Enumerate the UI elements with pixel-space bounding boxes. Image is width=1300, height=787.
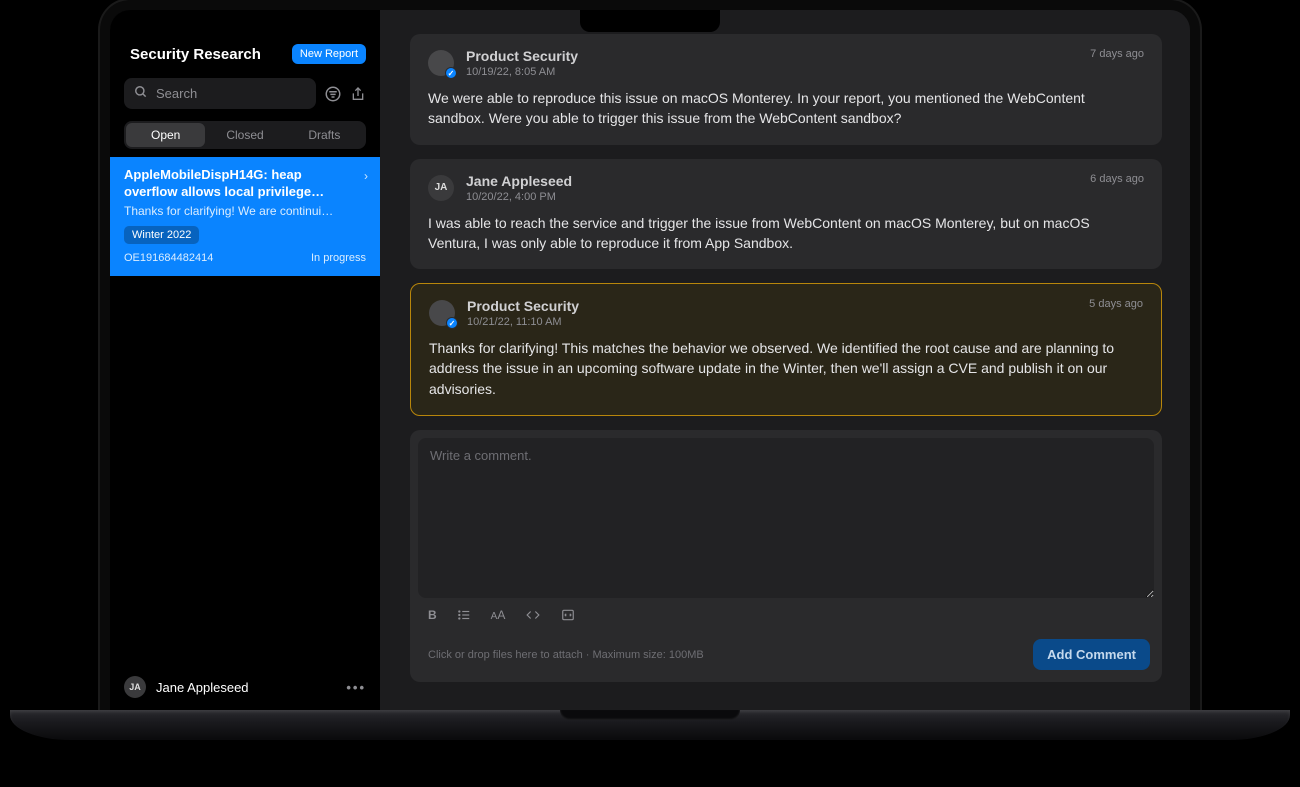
- sidebar: Security Research New Report: [110, 10, 380, 710]
- app-title-text: Security Research: [130, 46, 261, 63]
- avatar: JA: [428, 175, 454, 201]
- comment-highlighted: ✓ Product Security 10/21/22, 11:10 AM 5 …: [410, 283, 1162, 416]
- compose-toolbar: B AA: [410, 606, 1162, 631]
- comment-ago: 5 days ago: [1089, 298, 1143, 310]
- report-list: › AppleMobileDispH14G: heap overflow all…: [110, 157, 380, 664]
- comment-ago: 7 days ago: [1090, 48, 1144, 60]
- search-icon: [134, 85, 148, 102]
- code-icon[interactable]: [525, 608, 541, 625]
- more-icon[interactable]: •••: [346, 680, 366, 695]
- avatar: ✓: [429, 300, 455, 326]
- comment-timestamp: 10/20/22, 4:00 PM: [466, 191, 1078, 203]
- verified-badge-icon: ✓: [446, 317, 458, 329]
- search-input[interactable]: [156, 86, 306, 101]
- comment-header: JA Jane Appleseed 10/20/22, 4:00 PM 6 da…: [428, 173, 1144, 203]
- comment-author: Jane Appleseed: [466, 173, 1078, 189]
- user-chip[interactable]: JA Jane Appleseed: [124, 676, 249, 698]
- share-icon[interactable]: [350, 86, 366, 102]
- compose-footer: Click or drop files here to attach · Max…: [410, 631, 1162, 682]
- comment-header: ✓ Product Security 10/19/22, 8:05 AM 7 d…: [428, 48, 1144, 78]
- attach-hint[interactable]: Click or drop files here to attach · Max…: [428, 649, 704, 661]
- comment-author: Product Security: [467, 298, 1077, 314]
- report-id: OE191684482414: [124, 252, 213, 264]
- notch: [580, 10, 720, 32]
- avatar-initials: JA: [435, 182, 448, 193]
- code-block-icon[interactable]: [561, 608, 575, 625]
- comment-body: Thanks for clarifying! This matches the …: [429, 338, 1143, 399]
- search-box[interactable]: [124, 78, 316, 109]
- app-window: Security Research New Report: [110, 10, 1190, 710]
- comment-body: I was able to reach the service and trig…: [428, 213, 1144, 254]
- compose-box: B AA Click or drop files here t: [410, 430, 1162, 682]
- comment-textarea[interactable]: [418, 438, 1154, 598]
- new-report-button[interactable]: New Report: [292, 44, 366, 64]
- sidebar-header: Security Research New Report: [110, 38, 380, 74]
- comment-body: We were able to reproduce this issue on …: [428, 88, 1144, 129]
- avatar: JA: [124, 676, 146, 698]
- report-status: In progress: [311, 252, 366, 264]
- app-title: Security Research: [124, 46, 261, 63]
- comment-ago: 6 days ago: [1090, 173, 1144, 185]
- bold-icon[interactable]: B: [428, 608, 437, 625]
- verified-badge-icon: ✓: [445, 67, 457, 79]
- avatar: ✓: [428, 50, 454, 76]
- filter-icon[interactable]: [324, 85, 342, 103]
- tab-closed[interactable]: Closed: [205, 123, 284, 147]
- report-badge: Winter 2022: [124, 226, 199, 244]
- report-item[interactable]: › AppleMobileDispH14G: heap overflow all…: [110, 157, 380, 276]
- laptop-screen: Security Research New Report: [100, 0, 1200, 710]
- comment-author: Product Security: [466, 48, 1078, 64]
- comment-meta: Product Security 10/19/22, 8:05 AM: [466, 48, 1078, 78]
- comment: ✓ Product Security 10/19/22, 8:05 AM 7 d…: [410, 34, 1162, 145]
- tab-drafts[interactable]: Drafts: [285, 123, 364, 147]
- chevron-right-icon: ›: [364, 169, 368, 183]
- sidebar-footer: JA Jane Appleseed •••: [110, 664, 380, 710]
- comment-timestamp: 10/21/22, 11:10 AM: [467, 316, 1077, 328]
- user-name: Jane Appleseed: [156, 680, 249, 695]
- report-preview: Thanks for clarifying! We are continui…: [124, 204, 366, 218]
- comment-meta: Product Security 10/21/22, 11:10 AM: [467, 298, 1077, 328]
- status-tabs: Open Closed Drafts: [124, 121, 366, 149]
- report-title: AppleMobileDispH14G: heap overflow allow…: [124, 167, 366, 201]
- comment: JA Jane Appleseed 10/20/22, 4:00 PM 6 da…: [410, 159, 1162, 270]
- tab-open[interactable]: Open: [126, 123, 205, 147]
- add-comment-button[interactable]: Add Comment: [1033, 639, 1150, 670]
- main-content: ✓ Product Security 10/19/22, 8:05 AM 7 d…: [380, 10, 1190, 710]
- search-row: [110, 74, 380, 117]
- comment-meta: Jane Appleseed 10/20/22, 4:00 PM: [466, 173, 1078, 203]
- comment-header: ✓ Product Security 10/21/22, 11:10 AM 5 …: [429, 298, 1143, 328]
- comment-timestamp: 10/19/22, 8:05 AM: [466, 66, 1078, 78]
- list-icon[interactable]: [457, 608, 471, 625]
- report-meta: OE191684482414 In progress: [124, 252, 366, 264]
- laptop-frame: Security Research New Report: [100, 0, 1200, 740]
- text-size-icon[interactable]: AA: [491, 608, 506, 625]
- laptop-base: [10, 710, 1290, 740]
